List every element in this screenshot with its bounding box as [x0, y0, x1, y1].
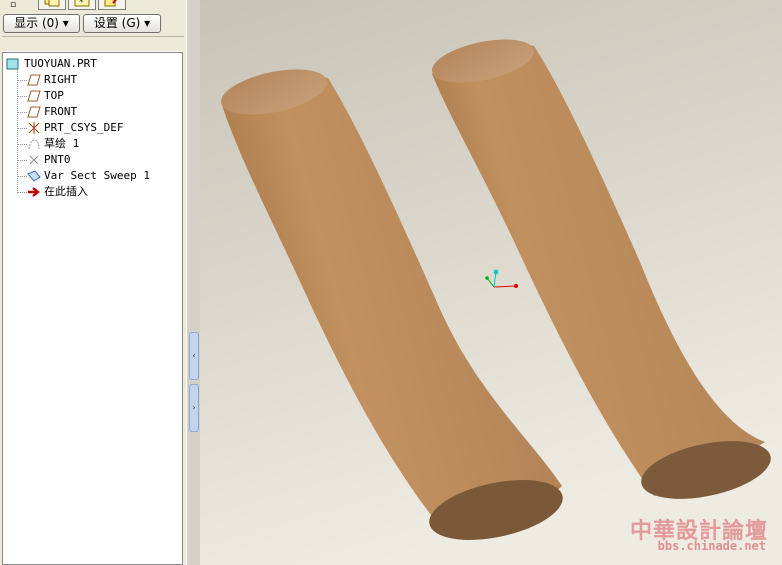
layers-icon	[44, 0, 60, 7]
insert-here-arrow-icon	[28, 187, 40, 197]
coordinate-system-icon	[28, 122, 40, 134]
panel-tabs: ▫ *	[0, 0, 186, 12]
datum-point-icon	[29, 155, 39, 165]
tree-item-label: RIGHT	[44, 73, 78, 86]
show-menu-label: 显示 (0) ▾	[14, 16, 69, 30]
show-menu-button[interactable]: 显示 (0) ▾	[3, 14, 80, 33]
watermark-url: bbs.chinade.net	[657, 539, 766, 553]
tree-item-label: PNT0	[44, 153, 71, 166]
star-icon: *	[74, 0, 90, 7]
sweep-feature-icon	[27, 170, 41, 182]
tree-connector	[17, 96, 27, 97]
tree-connector	[17, 176, 27, 177]
sketch-icon	[28, 139, 40, 150]
tree-item-label: Var Sect Sweep 1	[44, 169, 150, 182]
tree-connector	[17, 144, 27, 145]
model-viewport[interactable]	[200, 0, 782, 565]
datum-plane-icon	[27, 106, 41, 118]
tree-item-label: TUOYUAN.PRT	[24, 57, 97, 70]
tree-item-label: 在此插入	[44, 185, 88, 198]
forum-watermark: 中華設計論壇 bbs.chinade.net	[626, 511, 772, 557]
left-panel: ▫ * 显示 (0) ▾ 设置 (G) ▾ TUOYUAN.PRT RIGHT	[0, 0, 186, 565]
tree-filter-bar	[2, 36, 184, 52]
datum-plane-icon	[27, 74, 41, 86]
tree-connector	[17, 128, 27, 129]
part-icon	[6, 58, 19, 70]
settings-menu-button[interactable]: 设置 (G) ▾	[83, 14, 161, 33]
tree-item-label: FRONT	[44, 105, 78, 118]
tab-folder-browser[interactable]	[98, 0, 126, 10]
tree-connector	[17, 160, 27, 161]
collapse-left-handle[interactable]: ‹	[189, 332, 199, 380]
datum-plane-icon	[27, 90, 41, 102]
folder-arrow-icon	[104, 0, 117, 7]
model-tree: TUOYUAN.PRT RIGHT TOP FRONT PRT_CSYS_DEF…	[2, 52, 183, 565]
tree-item-label: PRT_CSYS_DEF	[44, 121, 124, 134]
expand-right-handle[interactable]: ›	[189, 384, 199, 432]
panel-splitter[interactable]: ‹ ›	[186, 0, 200, 565]
tab-layer-tree[interactable]	[38, 0, 66, 10]
tree-connector	[17, 192, 27, 193]
tree-item-label: TOP	[44, 89, 64, 102]
settings-menu-label: 设置 (G) ▾	[93, 16, 151, 30]
tab-model-tree[interactable]: ▫	[10, 0, 16, 10]
graphics-window[interactable]: 中華設計論壇 bbs.chinade.net	[200, 0, 782, 565]
tree-connector	[17, 67, 18, 191]
tree-connector	[17, 80, 27, 81]
tab-favorites[interactable]: *	[68, 0, 96, 10]
tree-connector	[17, 112, 27, 113]
tree-item-label: 草绘 1	[44, 137, 80, 150]
svg-text:*: *	[79, 0, 84, 7]
